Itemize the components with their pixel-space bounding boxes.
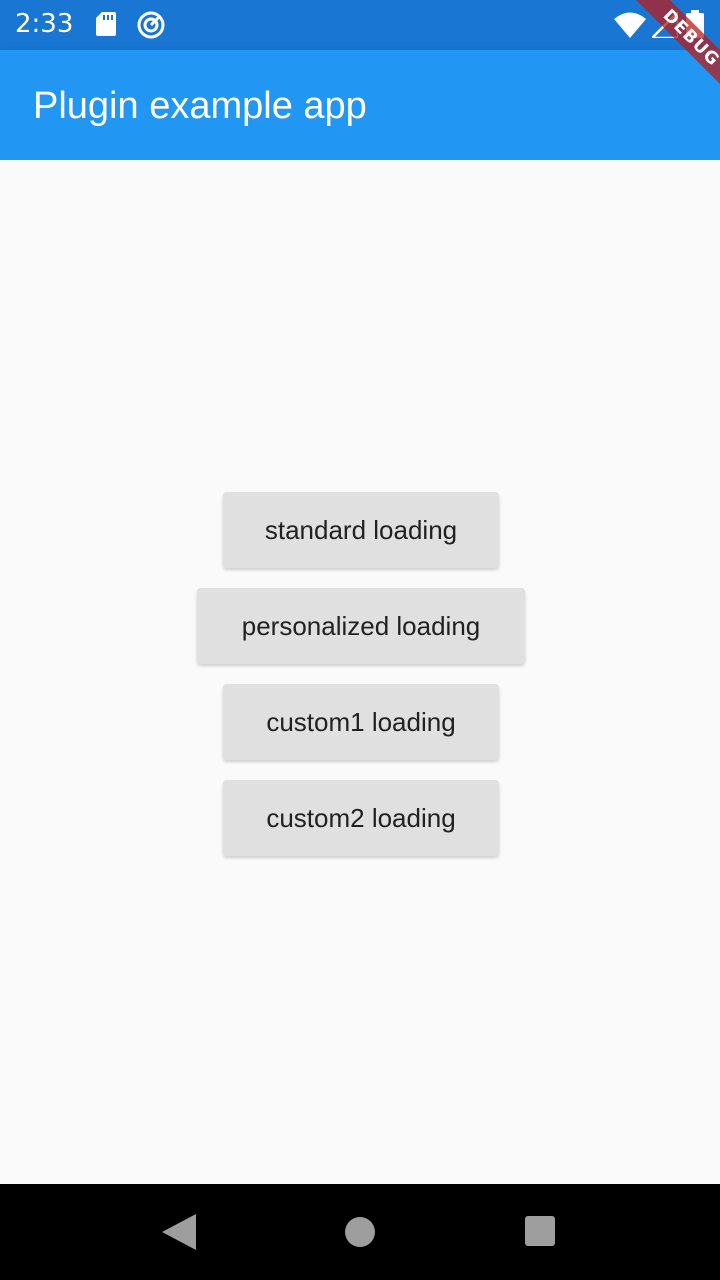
standard-loading-button[interactable]: standard loading — [223, 492, 499, 568]
custom2-loading-button[interactable]: custom2 loading — [223, 780, 499, 856]
status-time: 2:33 — [15, 9, 74, 39]
home-icon[interactable] — [344, 1216, 376, 1248]
signal-icon — [652, 12, 678, 38]
personalized-loading-button[interactable]: personalized loading — [197, 588, 525, 664]
back-icon[interactable] — [162, 1214, 196, 1250]
battery-icon — [686, 10, 704, 38]
status-bar: 2:33 — [0, 0, 720, 50]
app-title: Plugin example app — [33, 85, 367, 127]
wifi-icon — [614, 12, 646, 38]
app-bar: Plugin example app — [0, 50, 720, 160]
sync-icon — [137, 11, 165, 39]
recents-icon[interactable] — [525, 1216, 555, 1246]
navigation-bar — [0, 1184, 720, 1280]
sd-card-icon — [96, 12, 116, 36]
main-content: standard loading personalized loading cu… — [0, 160, 720, 1184]
custom1-loading-button[interactable]: custom1 loading — [223, 684, 499, 760]
